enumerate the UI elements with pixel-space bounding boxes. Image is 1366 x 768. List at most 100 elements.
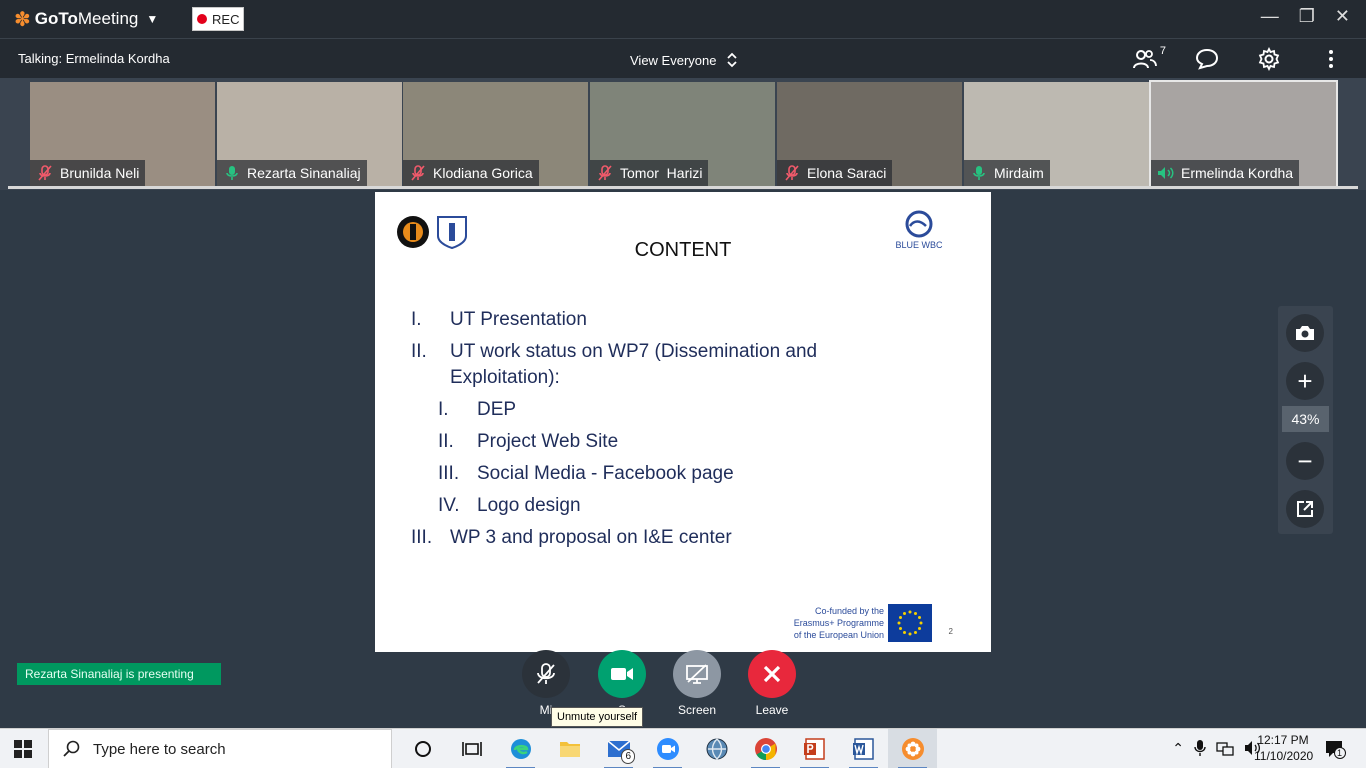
chat-button[interactable]: [1192, 45, 1222, 73]
kebab-menu-icon: [1329, 50, 1333, 68]
agenda-num: II.: [438, 431, 454, 452]
agenda-num: II.: [411, 341, 427, 362]
meeting-info-bar: Talking: Ermelinda Kordha View Everyone …: [0, 38, 1366, 78]
taskbar-powerpoint[interactable]: [790, 729, 839, 768]
video-tile[interactable]: Klodiana Gorica: [403, 82, 588, 186]
taskbar-chrome[interactable]: [741, 729, 790, 768]
leave-label: Leave: [755, 703, 789, 717]
taskbar-mail[interactable]: 6: [594, 729, 643, 768]
chevron-up-icon[interactable]: ⌃: [1172, 740, 1184, 757]
taskbar-word[interactable]: [839, 729, 888, 768]
cofund-line: Erasmus+ Programme: [793, 618, 884, 628]
agenda-text: UT Presentation: [450, 309, 587, 330]
close-icon[interactable]: ✕: [1335, 6, 1350, 27]
cofund-line: of the European Union: [793, 630, 884, 640]
speaking-icon: [1155, 164, 1177, 182]
start-button[interactable]: [14, 740, 32, 763]
video-tile[interactable]: Elona Saraci: [777, 82, 962, 186]
video-tile[interactable]: Rezarta Sinanaliaj: [217, 82, 402, 186]
presenting-notice: Rezarta Sinanaliaj is presenting: [17, 663, 221, 685]
settings-button[interactable]: [1254, 45, 1284, 73]
participant-name: Brunilda Neli: [60, 165, 140, 181]
video-tile-active-speaker[interactable]: Ermelinda Kordha: [1149, 80, 1338, 188]
zoom-level: 43%: [1282, 406, 1329, 432]
view-label: View Everyone: [630, 52, 717, 68]
minimize-icon[interactable]: —: [1261, 6, 1279, 27]
system-tray: ⌃: [1172, 739, 1262, 757]
eu-cofunding-notice: Co-funded by the Erasmus+ Programme of t…: [794, 604, 932, 642]
chrome-browser-icon: [754, 738, 777, 760]
close-x-icon: [763, 665, 781, 683]
rec-label: REC: [212, 11, 240, 27]
action-center-button[interactable]: 1: [1324, 739, 1346, 764]
task-view-button[interactable]: [447, 729, 496, 768]
taskbar-edge[interactable]: [496, 729, 545, 768]
updown-chevron-icon: [727, 52, 738, 68]
agenda-text: DEP: [477, 399, 517, 420]
taskbar-apps: 6: [398, 729, 937, 768]
taskbar-network-app[interactable]: [692, 729, 741, 768]
participant-name: Rezarta Sinanaliaj: [247, 165, 361, 181]
view-selector[interactable]: View Everyone: [630, 51, 738, 69]
powerpoint-icon: [803, 738, 825, 760]
cortana-button[interactable]: [398, 729, 447, 768]
blue-wbc-name: BLUE WBC: [895, 240, 943, 250]
globe-icon: [706, 738, 727, 760]
agenda-num: IV.: [438, 495, 460, 516]
mic-icon: [968, 164, 990, 182]
agenda-item: I. UT Presentation: [411, 304, 817, 336]
slide-page-number: 2: [948, 627, 953, 636]
screenshot-button[interactable]: [1286, 314, 1324, 352]
app-name-suffix: Meeting: [77, 9, 139, 28]
pop-out-button[interactable]: [1286, 490, 1324, 528]
clock-time: 12:17 PM: [1257, 733, 1309, 747]
video-tile[interactable]: Brunilda Neli: [30, 82, 215, 186]
camera-button[interactable]: [598, 650, 646, 698]
chat-bubble-icon: [1195, 48, 1219, 70]
microphone-icon[interactable]: [1194, 739, 1206, 757]
participant-label: Elona Saraci: [777, 160, 893, 186]
video-tile[interactable]: Tomor Harizi: [590, 82, 775, 186]
gear-icon: [1258, 47, 1280, 71]
leave-button[interactable]: [748, 650, 796, 698]
participant-name: Mirdaim: [994, 165, 1044, 181]
video-camera-icon: [611, 668, 633, 680]
participant-label: Tomor Harizi: [590, 160, 709, 186]
taskbar-file-explorer[interactable]: [545, 729, 594, 768]
network-icon[interactable]: [1216, 740, 1234, 756]
taskbar-search-box[interactable]: Type here to search: [48, 729, 392, 768]
video-strip: Brunilda Neli Rezarta Sinanaliaj Klodian…: [0, 78, 1366, 190]
taskbar-zoom[interactable]: [643, 729, 692, 768]
app-name-prefix: GoTo: [34, 9, 78, 28]
cofund-line: Co-funded by the: [814, 606, 884, 616]
zoom-out-button[interactable]: −: [1286, 442, 1324, 480]
window-controls: — ❐ ✕: [1261, 6, 1350, 27]
gotomeeting-app-icon: [901, 738, 924, 760]
mic-muted-icon: [594, 164, 616, 182]
taskbar-clock[interactable]: 12:17 PM 11/10/2020: [1254, 732, 1313, 764]
video-tile[interactable]: Mirdaim: [964, 82, 1149, 186]
taskbar-gotomeeting[interactable]: [888, 729, 937, 768]
gotomeeting-logo-icon: ✽: [14, 8, 31, 31]
edge-browser-icon: [510, 739, 531, 759]
zoom-in-button[interactable]: +: [1286, 362, 1324, 400]
rec-indicator[interactable]: REC: [192, 7, 245, 31]
mic-button[interactable]: [522, 650, 570, 698]
participant-label: Klodiana Gorica: [403, 160, 539, 186]
restore-icon[interactable]: ❐: [1299, 6, 1315, 27]
agenda-text: Logo design: [477, 495, 581, 516]
agenda-text: Social Media - Facebook page: [477, 463, 734, 484]
participant-label: Rezarta Sinanaliaj: [217, 160, 367, 186]
screen-share-button[interactable]: [673, 650, 721, 698]
blue-wbc-logo: BLUE WBC: [893, 210, 945, 250]
zoom-panel: + 43% −: [1278, 306, 1333, 534]
app-menu[interactable]: ✽ GoTo Meeting ▼: [14, 7, 158, 32]
external-link-icon: [1297, 501, 1313, 517]
participant-label: Mirdaim: [964, 160, 1050, 186]
mic-muted-icon: [34, 164, 56, 182]
more-options-button[interactable]: [1316, 45, 1346, 73]
agenda-num: III.: [411, 527, 433, 548]
attendees-button[interactable]: 7: [1130, 45, 1166, 73]
windows-logo-icon: [14, 740, 32, 758]
caret-down-icon: ▼: [146, 12, 159, 26]
